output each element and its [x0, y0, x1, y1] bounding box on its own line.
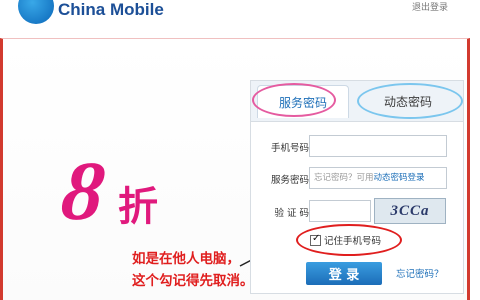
brand-logo-text: China Mobile: [58, 0, 164, 19]
phone-label: 手机号码: [270, 143, 309, 154]
dynamic-tab-highlight: [357, 83, 463, 119]
annotation-line-2: 这个勾记得先取消。: [132, 273, 254, 289]
promo-number: 8: [57, 145, 109, 238]
annotation-line-1: 如是在他人电脑，: [132, 251, 240, 267]
phone-input[interactable]: [309, 135, 447, 157]
password-label: 服务密码: [270, 175, 309, 186]
forgot-password-link[interactable]: 忘记密码？: [396, 266, 444, 280]
password-input[interactable]: 忘记密码？可用动态密码登录: [309, 167, 447, 189]
promo-discount: 8 折: [57, 145, 158, 238]
captcha-input[interactable]: [309, 200, 371, 222]
service-tab-highlight: [252, 83, 336, 117]
captcha-image[interactable]: 3CCa: [374, 198, 446, 224]
password-hint: 忘记密码？可用: [314, 173, 374, 183]
login-button[interactable]: 登 录: [306, 262, 382, 285]
dynamic-login-link[interactable]: 动态密码登录: [374, 173, 425, 183]
promo-text: 折: [118, 184, 158, 229]
phone-row: 手机号码: [251, 135, 463, 159]
top-right-link[interactable]: 退出登录: [412, 0, 448, 13]
warning-annotation: 如是在他人电脑， 这个勾记得先取消。: [132, 248, 254, 292]
remember-highlight: [296, 224, 402, 256]
password-row: 服务密码 忘记密码？可用动态密码登录: [251, 167, 463, 191]
captcha-label: 验 证 码: [274, 208, 309, 219]
